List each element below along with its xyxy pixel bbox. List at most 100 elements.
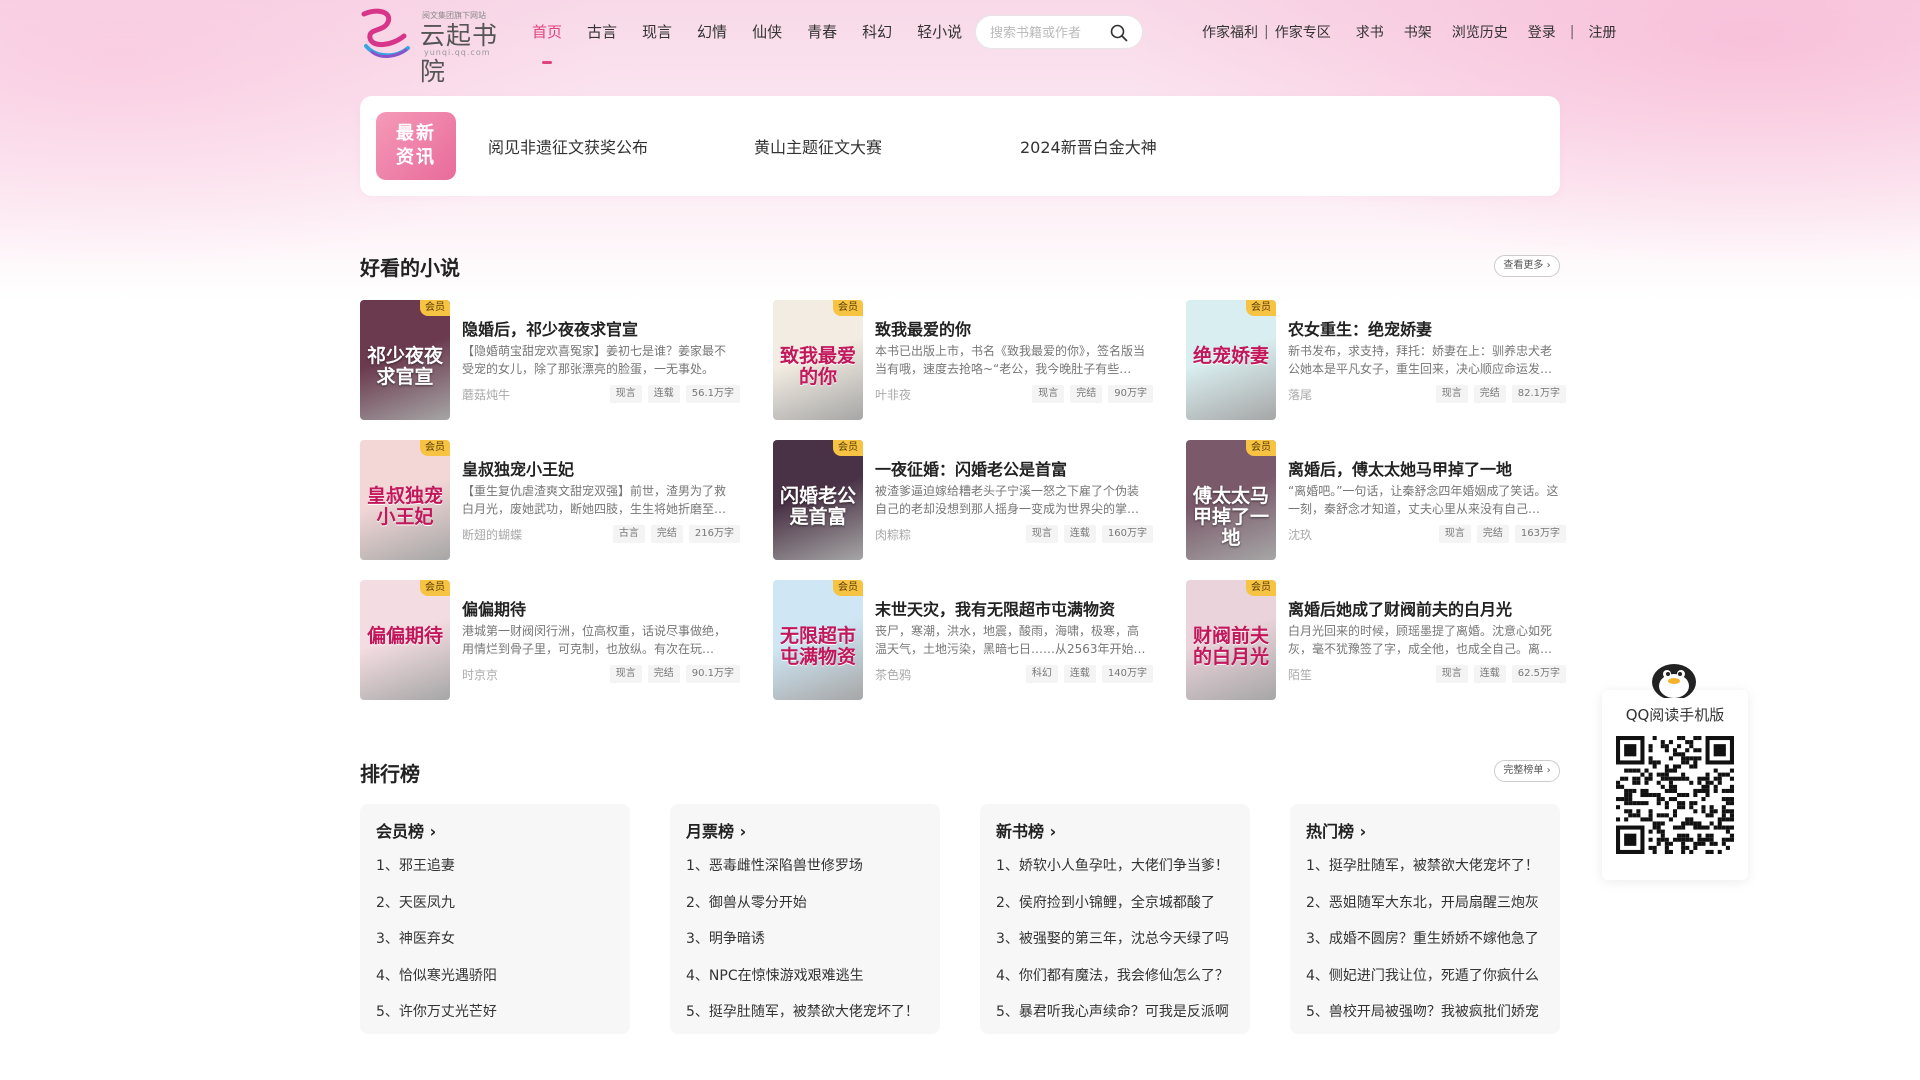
news-item[interactable]: 阅见非遗征文获奖公布 xyxy=(488,134,648,158)
book-card[interactable]: 闪婚老公是首富 会员 一夜征婚：闪婚老公是首富 被渣爹逼迫嫁给糟老头子宁溪一怒之下雇了… xyxy=(773,440,1153,560)
ranking-title[interactable]: 热门榜 › xyxy=(1306,818,1366,842)
book-title[interactable]: 农女重生：绝宠娇妻 xyxy=(1288,316,1432,340)
news-item[interactable]: 2024新晋白金大神 xyxy=(1020,134,1157,158)
book-card[interactable]: 致我最爱的你 会员 致我最爱的你 本书已出版上市，书名《致我最爱的你》，签名版当当有哦… xyxy=(773,300,1153,420)
qr-module xyxy=(1697,780,1702,785)
book-title[interactable]: 隐婚后，祁少夜夜求官宣 xyxy=(462,316,638,340)
book-cover[interactable]: 致我最爱的你 会员 xyxy=(773,300,863,420)
book-card[interactable]: 绝宠娇妻 会员 农女重生：绝宠娇妻 新书发布，求支持，拜托：娇妻在上：驯养忠犬老公她本… xyxy=(1186,300,1566,420)
book-author[interactable]: 陌笙 xyxy=(1288,666,1312,683)
book-cover[interactable]: 祁少夜夜求官宣 会员 xyxy=(360,300,450,420)
qr-module xyxy=(1656,829,1661,834)
book-title[interactable]: 皇叔独宠小王妃 xyxy=(462,456,574,480)
qr-module xyxy=(1721,817,1726,822)
book-cover[interactable]: 皇叔独宠小王妃 会员 xyxy=(360,440,450,560)
full-ranking-button[interactable]: 完整榜单 › xyxy=(1494,760,1560,782)
book-card[interactable]: 皇叔独宠小王妃 会员 皇叔独宠小王妃 【重生复仇虐渣爽文甜宠双强】前世，渣男为了救白月… xyxy=(360,440,740,560)
qr-module xyxy=(1709,805,1714,810)
qr-module xyxy=(1693,756,1698,761)
nav-modern[interactable]: 现言 xyxy=(642,0,672,64)
book-author[interactable]: 肉粽粽 xyxy=(875,526,911,543)
book-author[interactable]: 时京京 xyxy=(462,666,498,683)
site-logo[interactable]: 阅文集团旗下网站 云起书院 yunqi.qq.com xyxy=(358,4,503,86)
ranking-item[interactable]: 3、明争暗诱 xyxy=(686,927,932,964)
qr-module xyxy=(1628,768,1633,773)
nav-ancient[interactable]: 古言 xyxy=(587,0,617,64)
request-book-link[interactable]: 求书 xyxy=(1356,22,1384,42)
ranking-item[interactable]: 4、恰似寒光遇骄阳 xyxy=(376,964,622,1001)
nav-scifi[interactable]: 科幻 xyxy=(862,0,892,64)
vip-badge: 会员 xyxy=(1246,440,1276,456)
qr-panel[interactable]: QQ阅读手机版 xyxy=(1602,690,1748,880)
view-more-button[interactable]: 查看更多 › xyxy=(1494,255,1560,277)
qr-module xyxy=(1689,764,1694,769)
book-tag: 连载 xyxy=(1063,525,1096,543)
ranking-item[interactable]: 3、神医弃女 xyxy=(376,927,622,964)
author-welfare-link[interactable]: 作家福利 xyxy=(1202,22,1258,42)
qr-module xyxy=(1725,825,1730,830)
ranking-item[interactable]: 3、被强娶的第三年，沈总今天绿了吗 xyxy=(996,927,1242,964)
ranking-item[interactable]: 5、兽校开局被强吻？我被疯批们娇宠 xyxy=(1306,1000,1552,1037)
nav-xianxia[interactable]: 仙侠 xyxy=(752,0,782,64)
bookshelf-link[interactable]: 书架 xyxy=(1404,22,1432,42)
book-card[interactable]: 财阀前夫的白月光 会员 离婚后她成了财阀前夫的白月光 白月光回来的时候，顾瑶墨提了离婚… xyxy=(1186,580,1566,700)
book-title[interactable]: 离婚后她成了财阀前夫的白月光 xyxy=(1288,596,1512,620)
ranking-item[interactable]: 1、邪王追妻 xyxy=(376,854,622,891)
ranking-item[interactable]: 1、恶毒雌性深陷兽世修罗场 xyxy=(686,854,932,891)
book-author[interactable]: 茶色鸦 xyxy=(875,666,911,683)
qr-module xyxy=(1693,825,1698,830)
nav-home[interactable]: 首页 xyxy=(532,0,562,64)
book-title[interactable]: 离婚后，傅太太她马甲掉了一地 xyxy=(1288,456,1512,480)
register-link[interactable]: 注册 xyxy=(1588,22,1616,42)
book-title[interactable]: 偏偏期待 xyxy=(462,596,526,620)
ranking-item[interactable]: 4、你们都有魔法，我会修仙怎么了？ xyxy=(996,964,1242,1001)
ranking-item[interactable]: 5、许你万丈光芒好 xyxy=(376,1000,622,1037)
book-author[interactable]: 断翅的蝴蝶 xyxy=(462,526,522,543)
qr-module xyxy=(1672,797,1678,802)
ranking-item[interactable]: 1、挺孕肚随军，被禁欲大佬宠坏了！ xyxy=(1306,854,1552,891)
nav-youth[interactable]: 青春 xyxy=(807,0,837,64)
ranking-item[interactable]: 3、成婚不圆房？重生娇娇不嫁他急了 xyxy=(1306,927,1552,964)
ranking-item[interactable]: 2、侯府捡到小锦鲤，全京城都酸了 xyxy=(996,891,1242,928)
qr-module xyxy=(1681,760,1686,765)
author-zone-link[interactable]: 作家专区 xyxy=(1275,22,1331,42)
news-item[interactable]: 黄山主题征文大赛 xyxy=(754,134,882,158)
book-card[interactable]: 祁少夜夜求官宣 会员 隐婚后，祁少夜夜求官宣 【隐婚萌宝甜宠欢喜冤家】姜初七是谁？姜家… xyxy=(360,300,740,420)
qr-module xyxy=(1672,784,1678,789)
ranking-item[interactable]: 2、恶姐随军大东北，开局扇醒三炮灰 xyxy=(1306,891,1552,928)
book-cover[interactable]: 绝宠娇妻 会员 xyxy=(1186,300,1276,420)
book-card[interactable]: 无限超市屯满物资 会员 末世天灾，我有无限超市屯满物资 丧尸，寒潮，洪水，地震，酸雨，… xyxy=(773,580,1153,700)
ranking-item[interactable]: 2、御兽从零分开始 xyxy=(686,891,932,928)
book-cover[interactable]: 财阀前夫的白月光 会员 xyxy=(1186,580,1276,700)
book-author[interactable]: 叶非夜 xyxy=(875,386,911,403)
book-tag: 56.1万字 xyxy=(685,385,740,403)
book-cover[interactable]: 偏偏期待 会员 xyxy=(360,580,450,700)
search-input[interactable] xyxy=(990,23,1100,43)
book-title[interactable]: 一夜征婚：闪婚老公是首富 xyxy=(875,456,1067,480)
ranking-item[interactable]: 5、挺孕肚随军，被禁欲大佬宠坏了！ xyxy=(686,1000,932,1037)
book-author[interactable]: 落尾 xyxy=(1288,386,1312,403)
nav-light-novel[interactable]: 轻小说 xyxy=(917,0,962,64)
qr-module xyxy=(1632,768,1637,773)
nav-fantasy-romance[interactable]: 幻情 xyxy=(697,0,727,64)
ranking-title[interactable]: 新书榜 › xyxy=(996,818,1056,842)
book-author[interactable]: 蘑菇炖牛 xyxy=(462,386,510,403)
ranking-title[interactable]: 会员榜 › xyxy=(376,818,436,842)
book-card[interactable]: 傅太太马甲掉了一地 会员 离婚后，傅太太她马甲掉了一地 “离婚吧。”一句话，让秦舒念四… xyxy=(1186,440,1566,560)
book-cover[interactable]: 傅太太马甲掉了一地 会员 xyxy=(1186,440,1276,560)
ranking-item[interactable]: 5、暴君听我心声续命？可我是反派啊 xyxy=(996,1000,1242,1037)
search-icon[interactable] xyxy=(1110,24,1128,42)
book-title[interactable]: 末世天灾，我有无限超市屯满物资 xyxy=(875,596,1115,620)
book-cover[interactable]: 闪婚老公是首富 会员 xyxy=(773,440,863,560)
history-link[interactable]: 浏览历史 xyxy=(1452,22,1508,42)
book-title[interactable]: 致我最爱的你 xyxy=(875,316,971,340)
book-cover[interactable]: 无限超市屯满物资 会员 xyxy=(773,580,863,700)
login-link[interactable]: 登录 xyxy=(1528,22,1556,42)
ranking-item[interactable]: 1、娇软小人鱼孕吐，大佬们争当爹！ xyxy=(996,854,1242,891)
ranking-item[interactable]: 2、天医凤九 xyxy=(376,891,622,928)
ranking-item[interactable]: 4、NPC在惊悚游戏艰难逃生 xyxy=(686,964,932,1001)
book-card[interactable]: 偏偏期待 会员 偏偏期待 港城第一财阀闵行洲，位高权重，话说尽事做绝，用情烂到骨子里，… xyxy=(360,580,740,700)
ranking-title[interactable]: 月票榜 › xyxy=(686,818,746,842)
book-author[interactable]: 沈玖 xyxy=(1288,526,1312,543)
ranking-item[interactable]: 4、侧妃进门我让位，死遁了你疯什么 xyxy=(1306,964,1552,1001)
